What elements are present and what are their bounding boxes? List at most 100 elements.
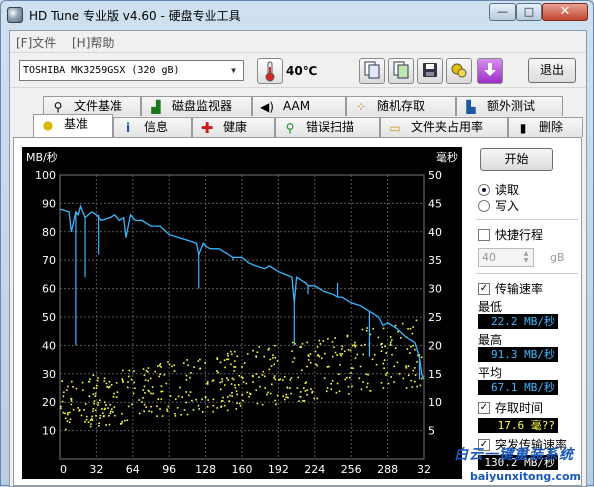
exit-button[interactable]: 退出 — [528, 58, 576, 83]
tab-health[interactable]: ✚ 健康 — [192, 117, 275, 137]
access-time-point — [346, 334, 349, 337]
access-time-point — [96, 384, 98, 387]
access-time-point — [401, 322, 404, 325]
access-time-point — [122, 381, 124, 383]
access-time-point — [274, 399, 276, 402]
access-time-point — [227, 358, 230, 361]
access-time-point — [147, 389, 150, 392]
access-time-point — [65, 428, 67, 431]
access-time-point — [206, 381, 209, 383]
tab-info[interactable]: i 信息 — [113, 117, 192, 137]
access-time-point — [159, 363, 162, 365]
access-time-point — [143, 403, 146, 406]
access-time-point — [66, 420, 69, 422]
tab-random-access[interactable]: ⁘ 随机存取 — [346, 96, 456, 116]
access-time-point — [151, 386, 154, 388]
access-time-point — [306, 365, 308, 368]
minimize-button[interactable]: — — [489, 3, 516, 21]
access-time-point — [89, 419, 92, 421]
access-time-point — [296, 387, 299, 389]
access-time-point — [389, 341, 392, 344]
access-time-point — [70, 400, 73, 402]
access-time-point — [154, 370, 156, 373]
tab-extra-tests[interactable]: ▙ 额外测试 — [456, 96, 563, 116]
y-left-tick-label: 90 — [42, 197, 56, 210]
options-icon[interactable] — [446, 58, 472, 84]
access-time-point — [336, 382, 339, 385]
short-stroke-input[interactable]: 40 ▲ ▼ — [478, 248, 534, 267]
access-time-point — [166, 410, 169, 412]
start-button[interactable]: 开始 — [480, 148, 553, 171]
access-time-point — [282, 379, 284, 381]
tab-aam[interactable]: ◀) AAM — [252, 96, 346, 116]
tab-error-scan[interactable]: ⚲ 错误扫描 — [275, 117, 380, 137]
close-button[interactable]: ✕ — [542, 3, 588, 21]
access-time-point — [264, 387, 266, 389]
access-time-point — [98, 425, 100, 427]
access-time-point — [361, 328, 364, 331]
tab-folder-usage[interactable]: ▭ 文件夹占用率 — [380, 117, 508, 137]
access-time-point — [256, 351, 259, 354]
access-time-point — [398, 372, 401, 375]
access-time-point — [95, 387, 98, 390]
access-time-point — [358, 377, 361, 380]
access-time-point — [287, 396, 289, 399]
access-time-point — [69, 411, 71, 414]
tab-erase[interactable]: ▮ 删除 — [508, 117, 583, 137]
menu-help[interactable]: [H]帮助 — [72, 34, 114, 51]
access-time-point — [168, 363, 171, 366]
access-time-point — [347, 385, 350, 388]
tab-disk-monitor[interactable]: ▟ 磁盘监视器 — [141, 96, 252, 116]
tab-file-benchmark[interactable]: ⚲ 文件基准 — [43, 96, 141, 116]
access-time-point — [199, 367, 201, 370]
spinner-arrows-icon[interactable]: ▲ ▼ — [520, 250, 532, 265]
access-time-point — [335, 391, 338, 394]
access-time-point — [255, 389, 258, 391]
access-time-point — [263, 375, 266, 378]
access-time-point — [94, 392, 97, 395]
access-time-point — [396, 361, 399, 364]
y-left-tick-label: 30 — [42, 368, 56, 381]
download-icon[interactable] — [477, 58, 503, 84]
access-time-point — [411, 332, 414, 335]
access-time-point — [105, 404, 107, 406]
access-time-point — [193, 366, 195, 368]
access-time-point — [94, 409, 97, 412]
drive-select[interactable]: TOSHIBA MK3259GSX (320 gB) ▼ — [19, 60, 244, 81]
access-time-point — [72, 386, 74, 388]
access-time-point — [327, 337, 329, 340]
copy-info-icon[interactable] — [359, 58, 385, 84]
access-time-point — [238, 374, 241, 377]
access-time-point — [68, 421, 71, 424]
access-time-point — [384, 345, 386, 348]
access-time-point — [173, 364, 176, 366]
y-right-tick-label: 15 — [428, 368, 442, 381]
access-time-point — [112, 411, 114, 413]
menu-file[interactable]: [F]文件 — [16, 34, 56, 51]
access-time-point — [121, 412, 123, 415]
access-time-point — [186, 359, 188, 361]
access-time-point — [150, 411, 153, 413]
access-time-point — [405, 387, 408, 389]
access-time-point — [411, 386, 414, 388]
title-bar[interactable]: HD Tune 专业版 v4.60 - 硬盘专业工具 — □ ✕ — [1, 1, 593, 29]
copy-screen-icon[interactable] — [388, 58, 414, 84]
access-time-point — [231, 395, 233, 397]
access-time-point — [366, 382, 369, 385]
access-time-point — [134, 387, 136, 390]
tab-row-bottom: ● 基准 i 信息 ✚ 健康 ⚲ 错误扫描 ▭ 文件夹占用率 ▮ 删除 — [13, 114, 583, 137]
access-time-point — [98, 399, 101, 402]
access-time-point — [81, 381, 84, 384]
access-time-point — [389, 343, 392, 346]
access-time-point — [191, 399, 193, 402]
access-time-point — [273, 363, 276, 366]
access-time-point — [92, 410, 94, 413]
access-time-point — [231, 353, 233, 356]
save-icon[interactable] — [417, 58, 443, 84]
tab-benchmark[interactable]: ● 基准 — [33, 114, 113, 137]
access-time-point — [276, 360, 279, 362]
access-time-point — [132, 392, 135, 395]
maximize-button[interactable]: □ — [516, 3, 542, 21]
thermometer-icon[interactable] — [257, 58, 283, 84]
access-time-point — [330, 388, 333, 391]
